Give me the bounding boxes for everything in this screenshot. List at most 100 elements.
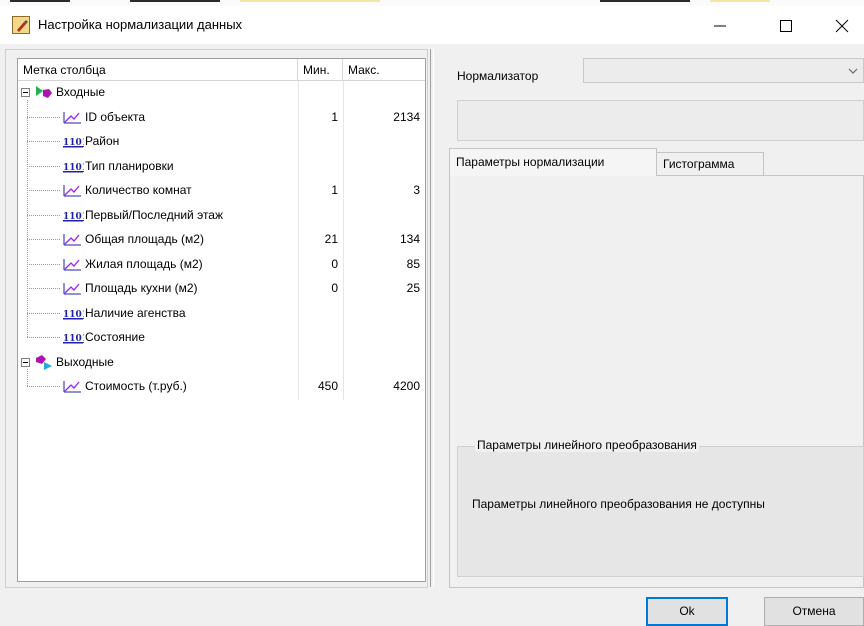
- tree-connector: [27, 263, 60, 265]
- tree-connector: [27, 116, 60, 118]
- tree-connector: [27, 312, 60, 314]
- binary-icon: 1101: [62, 133, 88, 149]
- tree-item-label: Район: [85, 134, 120, 148]
- tree-connector: [27, 288, 60, 289]
- tree-item-max: 3: [413, 183, 420, 197]
- binary-icon: 1101: [62, 305, 88, 321]
- tree-item-row[interactable]: Стоимость (т.руб.) 450 4200: [18, 375, 425, 397]
- tree-item-label: Состояние: [85, 330, 145, 344]
- binary-icon: 1101: [62, 329, 88, 345]
- collapse-toggle-icon[interactable]: [21, 88, 30, 97]
- tree-item-min: [298, 130, 338, 152]
- tree-item-max: 85: [406, 256, 420, 271]
- tree-item-row[interactable]: Жилая площадь (м2) 0 85: [18, 253, 425, 275]
- tree-item-row[interactable]: Общая площадь (м2) 21 134: [18, 228, 425, 250]
- tree-item-min: [298, 204, 338, 226]
- column-header-max[interactable]: Макс.: [343, 59, 425, 81]
- tree-item-row[interactable]: 1101Первый/Последний этаж: [18, 204, 425, 226]
- chevron-down-icon: [848, 68, 858, 74]
- close-icon: [835, 19, 849, 33]
- tree-group-label: Выходные: [56, 354, 114, 369]
- column-header-label[interactable]: Метка столбца: [18, 59, 298, 81]
- dialog-client: Метка столбца Мин. Макс. Входные ID объек…: [0, 44, 864, 626]
- inputs-group-icon: [34, 84, 54, 100]
- linear-icon: [62, 280, 82, 296]
- tree-item-row[interactable]: Количество комнат 1 3: [18, 179, 425, 201]
- linear-transform-group: [457, 446, 864, 577]
- tree-item-max: [343, 155, 420, 177]
- tree-group-label: Входные: [56, 85, 106, 99]
- linear-transform-message: Параметры линейного преобразования не до…: [472, 497, 765, 511]
- tree-connector: [27, 141, 60, 142]
- column-header-min[interactable]: Мин.: [298, 59, 343, 81]
- linear-icon: [62, 231, 82, 247]
- tree-item-min: 1: [331, 109, 338, 124]
- tree-item-max: 4200: [393, 379, 420, 393]
- tree-item-label: Количество комнат: [85, 183, 192, 197]
- app-icon: [12, 16, 30, 34]
- tab-normalization-params[interactable]: Параметры нормализации: [449, 148, 657, 176]
- tree-item-max: 25: [406, 281, 420, 295]
- tree-item-min: [298, 326, 338, 348]
- linear-transform-group-title: Параметры линейного преобразования: [475, 438, 699, 452]
- normalizer-label: Нормализатор: [457, 69, 539, 83]
- linear-icon: [62, 378, 82, 394]
- close-button[interactable]: [818, 6, 864, 44]
- tree-item-label: ID объекта: [85, 109, 146, 124]
- column-tree[interactable]: Метка столбца Мин. Макс. Входные ID объек…: [17, 58, 426, 582]
- tree-connector: [27, 214, 60, 216]
- title-bar: Настройка нормализации данных: [0, 6, 864, 44]
- column-separator: [343, 81, 344, 400]
- binary-icon: 1101: [62, 207, 88, 223]
- tree-item-label: Стоимость (т.руб.): [85, 379, 187, 393]
- panel-splitter[interactable]: [430, 49, 434, 587]
- normalizer-info-box: [457, 100, 864, 141]
- tree-item-min: 21: [324, 232, 338, 246]
- tree-connector: [27, 337, 60, 338]
- collapse-toggle-icon[interactable]: [21, 357, 30, 367]
- tree-connector: [27, 369, 28, 386]
- linear-icon: [62, 109, 82, 125]
- tree-item-row[interactable]: ID объекта 1 2134: [18, 106, 425, 128]
- tree-connector: [27, 239, 60, 240]
- tree-item-label: Первый/Последний этаж: [85, 207, 224, 222]
- tree-group-row[interactable]: Выходные: [18, 351, 425, 373]
- tree-item-max: [343, 326, 420, 348]
- minimize-button[interactable]: [696, 6, 742, 44]
- normalizer-select[interactable]: [583, 58, 864, 83]
- tree-item-label: Общая площадь (м2): [85, 232, 204, 246]
- tree-item-min: 0: [331, 281, 338, 295]
- tree-item-row[interactable]: 1101Район: [18, 130, 425, 152]
- linear-icon: [62, 256, 82, 272]
- tree-item-min: [298, 155, 338, 177]
- cancel-button[interactable]: Отмена: [764, 597, 864, 626]
- maximize-button[interactable]: [762, 6, 808, 44]
- tree-item-min: 0: [331, 256, 338, 271]
- tree-item-min: [298, 302, 338, 324]
- tree-group-row[interactable]: Входные: [18, 81, 425, 103]
- tree-item-label: Жилая площадь (м2): [85, 256, 203, 271]
- tree-item-max: 2134: [393, 109, 420, 124]
- tree-connector: [27, 190, 60, 191]
- tree-item-max: [343, 204, 420, 226]
- tree-item-min: 1: [331, 183, 338, 197]
- tree-item-max: [343, 302, 420, 324]
- tree-item-label: Площадь кухни (м2): [85, 281, 198, 295]
- maximize-icon: [780, 20, 792, 32]
- column-separator: [298, 81, 299, 400]
- tree-item-max: 134: [399, 232, 420, 246]
- tree-header: Метка столбца Мин. Макс.: [18, 59, 425, 81]
- tree-item-min: 450: [317, 379, 338, 393]
- minimize-icon: [714, 25, 726, 27]
- tree-connector: [27, 386, 60, 387]
- linear-icon: [62, 182, 82, 198]
- outputs-group-icon: [34, 354, 54, 370]
- tree-item-row[interactable]: 1101Состояние: [18, 326, 425, 348]
- window-title: Настройка нормализации данных: [38, 17, 243, 32]
- ok-button[interactable]: Ok: [646, 597, 728, 626]
- tree-item-row[interactable]: Площадь кухни (м2) 0 25: [18, 277, 425, 299]
- tree-item-row[interactable]: 1101Тип планировки: [18, 155, 425, 177]
- tree-item-row[interactable]: 1101Наличие агенства: [18, 302, 425, 324]
- tab-histogram[interactable]: Гистограмма: [657, 152, 764, 176]
- tree-connector: [27, 99, 28, 337]
